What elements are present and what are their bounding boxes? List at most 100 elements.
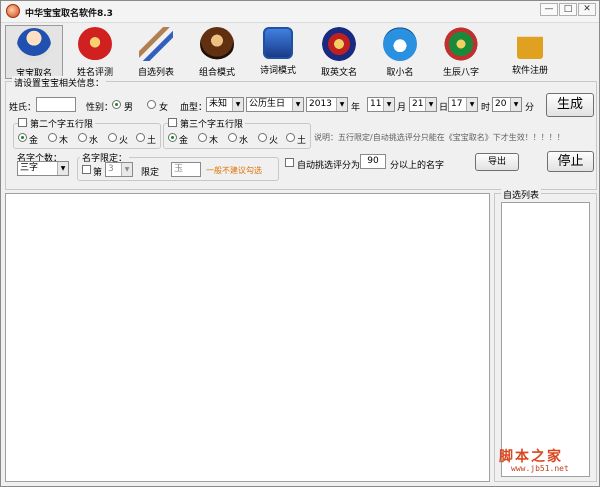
generate-button[interactable]: 生成 xyxy=(546,93,594,117)
tool-label: 取小名 xyxy=(386,68,414,78)
third-element-radio[interactable] xyxy=(258,133,267,142)
blood-label: 血型： xyxy=(180,103,208,113)
male-radio[interactable] xyxy=(112,100,121,109)
month-unit: 月 xyxy=(397,103,407,113)
third-char-label: 第三个字五行限 xyxy=(178,117,246,130)
name-count-select[interactable]: 三字 ▼ xyxy=(17,161,69,176)
tool-label: 软件注册 xyxy=(511,66,548,76)
day-value: 21 xyxy=(412,99,424,109)
position-value: 3 xyxy=(108,164,114,174)
limit-char-input[interactable]: 玉 xyxy=(171,162,201,177)
tool-label: 诗词模式 xyxy=(259,66,296,76)
calendar-select[interactable]: 公历生日 ▼ xyxy=(246,97,304,112)
maximize-button[interactable]: □ xyxy=(559,3,577,16)
results-panel[interactable] xyxy=(5,193,490,482)
third-char-group: 第三个字五行限 金 木 水 火 土 xyxy=(163,117,311,149)
export-button[interactable]: 导出 xyxy=(475,153,519,171)
third-char-checkbox[interactable] xyxy=(168,118,177,127)
self-list-box[interactable] xyxy=(501,202,590,477)
third-element-radio[interactable] xyxy=(198,133,207,142)
limit-label: 限定 xyxy=(141,168,160,178)
tool-nickname[interactable]: 取小名 xyxy=(371,25,429,79)
minimize-button[interactable]: — xyxy=(540,3,558,16)
chevron-down-icon: ▼ xyxy=(383,98,394,111)
poetry-book-icon xyxy=(263,27,293,59)
close-button[interactable]: ✕ xyxy=(578,3,596,16)
title-bar: 中华宝宝取名软件8.3 — □ ✕ xyxy=(1,1,599,23)
year-value: 2013 xyxy=(309,99,332,109)
month-value: 11 xyxy=(370,99,382,109)
toolbar: 宝宝取名 姓名评测 自选列表 组合模式 诗词模式 取英文名 取小名 生辰八字 软… xyxy=(1,23,599,81)
auto-pick-score-input[interactable]: 90 xyxy=(360,154,386,169)
element-label: 火 xyxy=(269,136,279,146)
tool-software-register[interactable]: 软件注册 xyxy=(499,25,561,79)
element-label: 木 xyxy=(59,136,69,146)
tool-name-evaluation[interactable]: 姓名评测 xyxy=(66,25,124,79)
position-select[interactable]: 3 ▼ xyxy=(105,162,133,177)
chevron-down-icon: ▼ xyxy=(466,98,477,111)
tool-poetry-mode[interactable]: 诗词模式 xyxy=(249,25,307,79)
settings-group: 请设置宝宝相关信息： 姓氏： 性别： 男 女 血型： 未知 ▼ 公历生日 ▼ 201… xyxy=(5,76,597,190)
window-title: 中华宝宝取名软件8.3 xyxy=(25,9,113,19)
chevron-down-icon: ▼ xyxy=(510,98,521,111)
second-element-radio[interactable] xyxy=(18,133,27,142)
chevron-down-icon: ▼ xyxy=(425,98,436,111)
second-char-checkbox[interactable] xyxy=(18,118,27,127)
element-label: 水 xyxy=(239,136,249,146)
brush-list-icon xyxy=(139,27,173,61)
stop-button[interactable]: 停止 xyxy=(547,151,594,172)
name-limit-checkbox[interactable] xyxy=(82,165,91,174)
name-count-group: 名字个数： 三字 ▼ xyxy=(13,154,73,178)
second-element-radio[interactable] xyxy=(48,133,57,142)
auto-pick-label: 自动挑选评分为： xyxy=(297,161,370,171)
bagua-icon xyxy=(444,27,478,61)
app-logo-icon xyxy=(6,4,20,18)
chevron-down-icon: ▼ xyxy=(57,162,68,175)
year-unit: 年 xyxy=(351,103,361,113)
hour-value: 17 xyxy=(451,99,463,109)
minute-unit: 分 xyxy=(525,103,535,113)
auto-pick-checkbox[interactable] xyxy=(285,158,294,167)
tool-english-name[interactable]: 取英文名 xyxy=(310,25,368,79)
combination-icon xyxy=(200,27,234,61)
third-element-radio[interactable] xyxy=(168,133,177,142)
day-select[interactable]: 21 ▼ xyxy=(409,97,437,112)
blood-value: 未知 xyxy=(209,99,228,109)
hour-select[interactable]: 17 ▼ xyxy=(448,97,478,112)
tool-baby-naming[interactable]: 宝宝取名 xyxy=(5,25,63,79)
english-name-icon xyxy=(322,27,356,61)
name-test-icon xyxy=(78,27,112,61)
element-label: 金 xyxy=(179,136,189,146)
tool-birth-bazi[interactable]: 生辰八字 xyxy=(432,25,490,79)
watermark-url: www.jb51.net xyxy=(511,464,569,473)
auto-pick-suffix: 分以上的名字 xyxy=(390,161,445,171)
baby-icon xyxy=(17,28,51,62)
third-element-radio[interactable] xyxy=(228,133,237,142)
surname-input[interactable] xyxy=(36,97,76,112)
second-element-radio[interactable] xyxy=(108,133,117,142)
year-select[interactable]: 2013 ▼ xyxy=(306,97,348,112)
gender-label: 性别： xyxy=(86,103,114,113)
calendar-value: 公历生日 xyxy=(249,99,286,109)
third-element-radio[interactable] xyxy=(286,133,295,142)
restriction-note: 说明：五行限定/自动挑选评分只能在《宝宝取名》下才生效！！！！！ xyxy=(314,133,565,142)
chevron-down-icon: ▼ xyxy=(232,98,243,111)
second-element-radio[interactable] xyxy=(136,133,145,142)
tool-combination-mode[interactable]: 组合模式 xyxy=(188,25,246,79)
female-radio[interactable] xyxy=(147,100,156,109)
chevron-down-icon: ▼ xyxy=(336,98,347,111)
limit-warning: 一般不建议勾选 xyxy=(206,166,262,175)
lock-icon xyxy=(517,27,543,59)
chevron-down-icon: ▼ xyxy=(121,163,132,176)
minute-select[interactable]: 20 ▼ xyxy=(492,97,522,112)
month-select[interactable]: 11 ▼ xyxy=(367,97,395,112)
day-unit: 日 xyxy=(439,103,449,113)
element-label: 水 xyxy=(89,136,99,146)
tool-self-list[interactable]: 自选列表 xyxy=(127,25,185,79)
element-label: 木 xyxy=(209,136,219,146)
second-element-radio[interactable] xyxy=(78,133,87,142)
tool-label: 取英文名 xyxy=(320,68,357,78)
position-label: 第 xyxy=(93,168,103,178)
blood-select[interactable]: 未知 ▼ xyxy=(206,97,244,112)
second-char-label: 第二个字五行限 xyxy=(28,117,96,130)
